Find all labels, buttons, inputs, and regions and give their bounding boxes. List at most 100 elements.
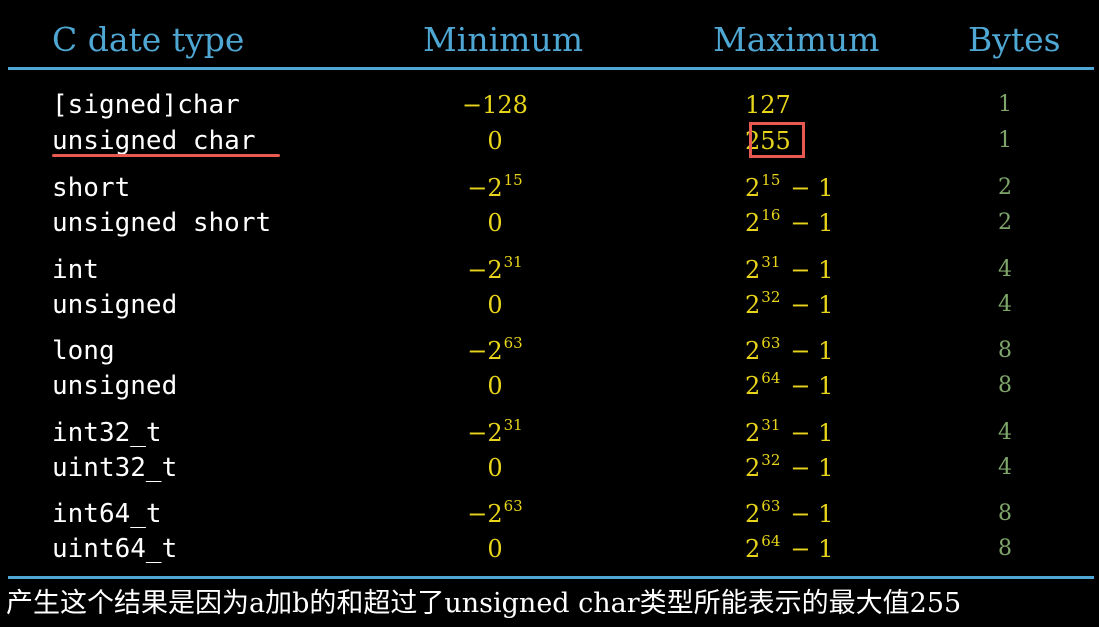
maximum-minus-one: − 1 bbox=[790, 372, 834, 400]
minimum-base: 0 bbox=[487, 127, 503, 155]
minimum-cell: 0 bbox=[420, 124, 570, 158]
maximum-exponent: 16 bbox=[761, 206, 781, 224]
header-divider bbox=[8, 67, 1094, 70]
maximum-exponent: 64 bbox=[761, 532, 781, 550]
bytes-cell: 8 bbox=[998, 373, 1012, 398]
type-cell: int32_t bbox=[52, 418, 162, 448]
minimum-cell: −231 bbox=[420, 416, 570, 453]
minimum-cell: 0 bbox=[420, 451, 570, 485]
maximum-base: 2 bbox=[745, 454, 761, 482]
maximum-cell: 127 bbox=[745, 88, 855, 122]
type-cell: [signed]char bbox=[52, 90, 240, 120]
maximum-base: 2 bbox=[745, 291, 761, 319]
maximum-cell: 263 − 1 bbox=[745, 497, 855, 534]
table-row: int64_t −263 263− 18 bbox=[0, 497, 1099, 531]
header-type: C date type bbox=[52, 20, 245, 59]
type-cell: int64_t bbox=[52, 499, 162, 529]
header-bytes: Bytes bbox=[968, 20, 1061, 59]
subtitle-caption: 产生这个结果是因为a加b的和超过了unsigned char类型所能表示的最大值… bbox=[6, 588, 962, 619]
maximum-cell: 264 − 1 bbox=[745, 369, 855, 406]
type-cell: long bbox=[52, 336, 115, 366]
bytes-cell: 1 bbox=[998, 128, 1012, 153]
table-header: C date type Minimum Maximum Bytes bbox=[0, 0, 1099, 68]
maximum-minus-one: − 1 bbox=[790, 209, 834, 237]
table-row: unsigned 0 232 − 1 4 bbox=[0, 288, 1099, 322]
table-row: unsigned short 0 216− 12 bbox=[0, 206, 1099, 240]
minimum-exponent: 63 bbox=[503, 334, 523, 352]
minimum-base: −2 bbox=[467, 337, 503, 365]
table-row: short −215 215− 12 bbox=[0, 171, 1099, 205]
minimum-base: 0 bbox=[487, 291, 503, 319]
minimum-cell: −128 bbox=[420, 88, 570, 122]
maximum-cell: 231 − 1 bbox=[745, 416, 855, 453]
maximum-minus-one: − 1 bbox=[790, 535, 834, 563]
caption-divider bbox=[8, 576, 1094, 579]
table-row: long −263 263− 18 bbox=[0, 334, 1099, 368]
bytes-cell: 4 bbox=[998, 292, 1012, 317]
minimum-base: −2 bbox=[467, 174, 503, 202]
minimum-base: −128 bbox=[462, 91, 528, 119]
type-cell: unsigned bbox=[52, 371, 178, 401]
maximum-exponent: 63 bbox=[761, 334, 781, 352]
minimum-base: −2 bbox=[467, 419, 503, 447]
minimum-cell: −231 bbox=[420, 253, 570, 290]
table-row: uint64_t 0 264 − 1 8 bbox=[0, 532, 1099, 566]
minimum-cell: −263 bbox=[420, 334, 570, 371]
table-row: unsigned 0 264 − 1 8 bbox=[0, 369, 1099, 403]
maximum-base: 2 bbox=[745, 419, 761, 447]
minimum-cell: 0 bbox=[420, 288, 570, 322]
bytes-cell: 4 bbox=[998, 257, 1012, 282]
maximum-base: 2 bbox=[745, 256, 761, 284]
maximum-cell: 264 − 1 bbox=[745, 532, 855, 569]
maximum-exponent: 63 bbox=[761, 497, 781, 515]
maximum-minus-one: − 1 bbox=[790, 454, 834, 482]
type-cell: unsigned char bbox=[52, 126, 256, 156]
bytes-cell: 4 bbox=[998, 420, 1012, 445]
bytes-cell: 8 bbox=[998, 536, 1012, 561]
bytes-cell: 4 bbox=[998, 455, 1012, 480]
maximum-base: 2 bbox=[745, 337, 761, 365]
minimum-cell: 0 bbox=[420, 532, 570, 566]
maximum-base: 2 bbox=[745, 500, 761, 528]
maximum-cell: 232 − 1 bbox=[745, 288, 855, 325]
maximum-cell: 215 − 1 bbox=[745, 171, 855, 208]
type-cell: unsigned short bbox=[52, 208, 272, 238]
minimum-exponent: 15 bbox=[503, 171, 523, 189]
table-row: uint32_t 0 232 − 1 4 bbox=[0, 451, 1099, 485]
type-cell: short bbox=[52, 173, 131, 203]
maximum-base: 2 bbox=[745, 174, 761, 202]
maximum-minus-one: − 1 bbox=[790, 419, 834, 447]
type-cell: unsigned bbox=[52, 290, 178, 320]
minimum-exponent: 31 bbox=[503, 416, 523, 434]
maximum-minus-one: − 1 bbox=[790, 256, 834, 284]
type-cell: int bbox=[52, 255, 99, 285]
table-row: unsigned char 0 255 1 bbox=[0, 124, 1099, 158]
maximum-cell: 263 − 1 bbox=[745, 334, 855, 371]
minimum-base: 0 bbox=[487, 454, 503, 482]
maximum-base: 127 bbox=[745, 91, 791, 119]
minimum-base: −2 bbox=[467, 500, 503, 528]
maximum-minus-one: − 1 bbox=[790, 500, 834, 528]
maximum-minus-one: − 1 bbox=[790, 174, 834, 202]
maximum-exponent: 31 bbox=[761, 416, 781, 434]
minimum-base: 0 bbox=[487, 535, 503, 563]
minimum-cell: 0 bbox=[420, 206, 570, 240]
minimum-base: 0 bbox=[487, 372, 503, 400]
maximum-cell: 216 − 1 bbox=[745, 206, 855, 243]
bytes-cell: 1 bbox=[998, 92, 1012, 117]
maximum-exponent: 32 bbox=[761, 288, 781, 306]
maximum-cell: 232 − 1 bbox=[745, 451, 855, 488]
bytes-cell: 2 bbox=[998, 210, 1012, 235]
minimum-base: 0 bbox=[487, 209, 503, 237]
maximum-minus-one: − 1 bbox=[790, 291, 834, 319]
minimum-cell: −263 bbox=[420, 497, 570, 534]
maximum-minus-one: − 1 bbox=[790, 337, 834, 365]
minimum-cell: 0 bbox=[420, 369, 570, 403]
minimum-exponent: 63 bbox=[503, 497, 523, 515]
maximum-base: 2 bbox=[745, 535, 761, 563]
table-row: int32_t −231 231− 14 bbox=[0, 416, 1099, 450]
maximum-base: 2 bbox=[745, 372, 761, 400]
minimum-base: −2 bbox=[467, 256, 503, 284]
header-maximum: Maximum bbox=[713, 20, 880, 59]
maximum-cell: 231 − 1 bbox=[745, 253, 855, 290]
